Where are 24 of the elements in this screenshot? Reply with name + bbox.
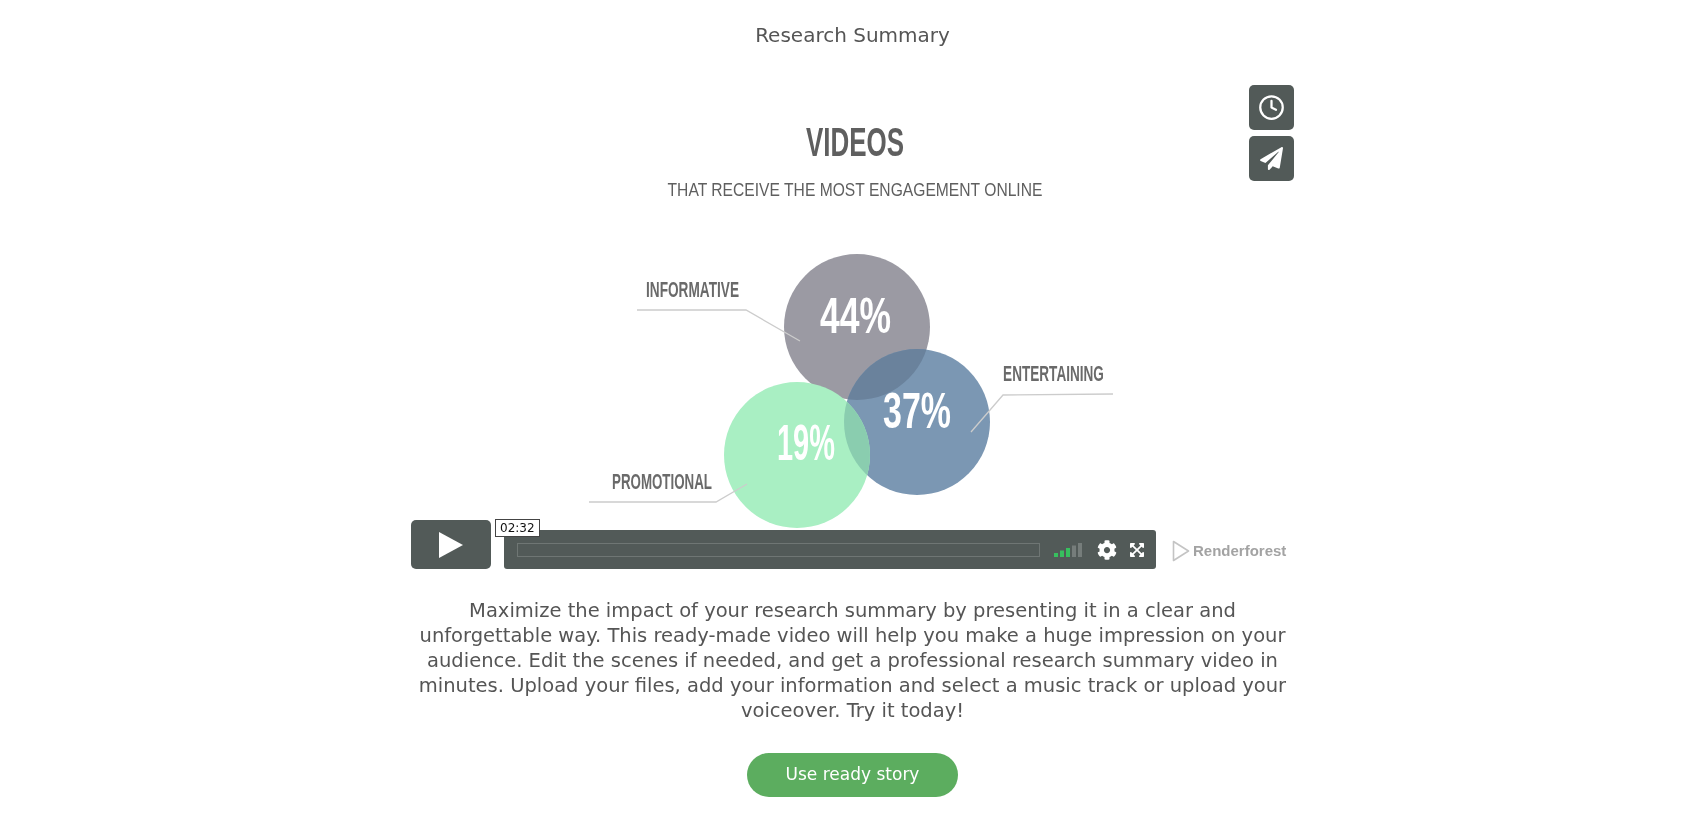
description-paragraph: Maximize the impact of your research summary by presenting it in a clear and unforgettable way. This ready-made video will help you make a huge impression on your audience. Edit the scenes if needed, and get a professional research summary video in minutes. Upload your files, add your information and select a music track or upload your voiceover. Try it today! [417, 598, 1288, 723]
send-button[interactable] [1249, 136, 1294, 181]
play-icon [439, 531, 463, 558]
page-title: Research Summary [755, 23, 950, 48]
play-button[interactable] [411, 520, 491, 569]
percentage-value: 37% [883, 382, 951, 439]
infographic-title: VIDEOS [806, 119, 904, 165]
clock-icon [1258, 94, 1285, 121]
brand-logo-link[interactable]: Renderforest [1172, 540, 1287, 562]
category-label: INFORMATIVE [646, 276, 739, 302]
progress-track[interactable] [517, 542, 1040, 557]
settings-icon[interactable] [1097, 539, 1117, 560]
volume-bars-icon[interactable] [1054, 542, 1083, 557]
use-ready-story-button[interactable]: Use ready story [747, 753, 958, 797]
time-tooltip: 02:32 [495, 519, 540, 537]
play-triangle-icon [1172, 540, 1190, 562]
paper-plane-icon [1260, 147, 1283, 170]
fullscreen-icon[interactable] [1129, 541, 1145, 558]
clock-button[interactable] [1249, 85, 1294, 130]
category-label: ENTERTAINING [1003, 360, 1104, 386]
percentage-value: 44% [820, 288, 891, 344]
infographic-subtitle: THAT RECEIVE THE MOST ENGAGEMENT ONLINE [667, 180, 1043, 201]
percentage-value: 19% [777, 414, 835, 471]
category-label: PROMOTIONAL [612, 469, 712, 494]
